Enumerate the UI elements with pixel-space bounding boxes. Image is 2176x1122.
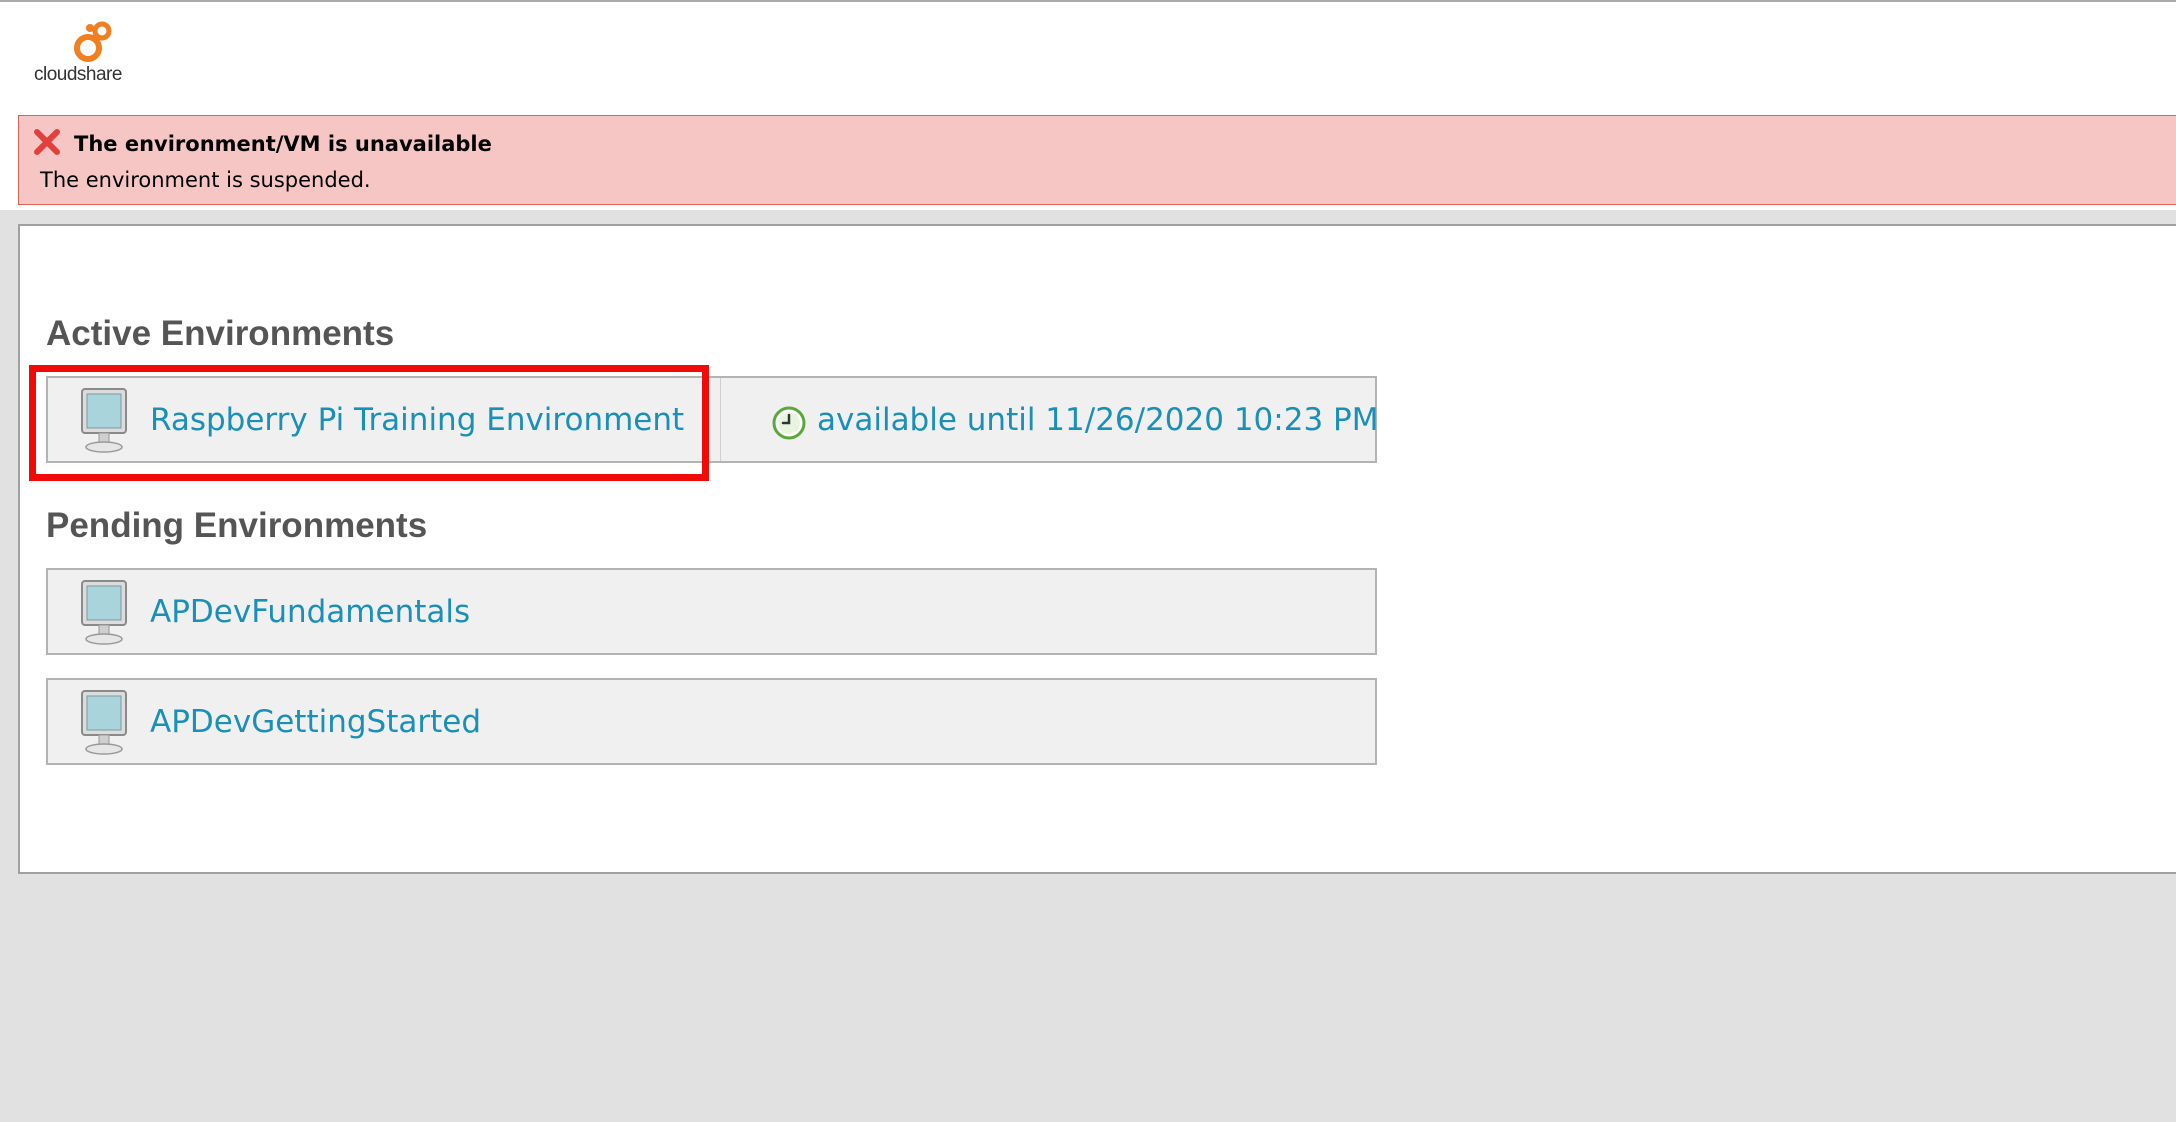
environment-link-apdevgettingstarted[interactable]: APDevGettingStarted [150, 704, 481, 740]
active-environment-row[interactable]: Raspberry Pi Training Environment availa… [46, 376, 1379, 463]
monitor-icon [81, 388, 127, 453]
monitor-icon [81, 580, 127, 645]
header: cloudshare The environment/VM is unavail… [0, 0, 2176, 210]
clock-icon [772, 406, 806, 440]
pending-environment-row[interactable]: APDevFundamentals [46, 568, 1377, 655]
environment-link-apdevfundamentals[interactable]: APDevFundamentals [150, 594, 470, 630]
row-divider [720, 378, 721, 461]
active-environments-heading: Active Environments [46, 314, 395, 353]
cloudshare-logo[interactable]: cloudshare [34, 20, 154, 90]
environments-panel: Active Environments Raspberry Pi Trainin… [18, 224, 2176, 874]
pending-environment-row[interactable]: APDevGettingStarted [46, 678, 1377, 765]
close-x-icon [34, 129, 60, 155]
pending-environments-heading: Pending Environments [46, 506, 428, 545]
cloudshare-logo-icon [74, 21, 112, 62]
availability-text: available until 11/26/2020 10:23 PM [817, 402, 1379, 438]
error-banner: The environment/VM is unavailable The en… [18, 115, 2176, 205]
monitor-icon [81, 690, 127, 755]
error-message: The environment is suspended. [40, 168, 371, 192]
logo-text: cloudshare [34, 64, 122, 85]
error-title: The environment/VM is unavailable [74, 132, 492, 156]
environment-link-raspberry-pi[interactable]: Raspberry Pi Training Environment [150, 402, 684, 438]
